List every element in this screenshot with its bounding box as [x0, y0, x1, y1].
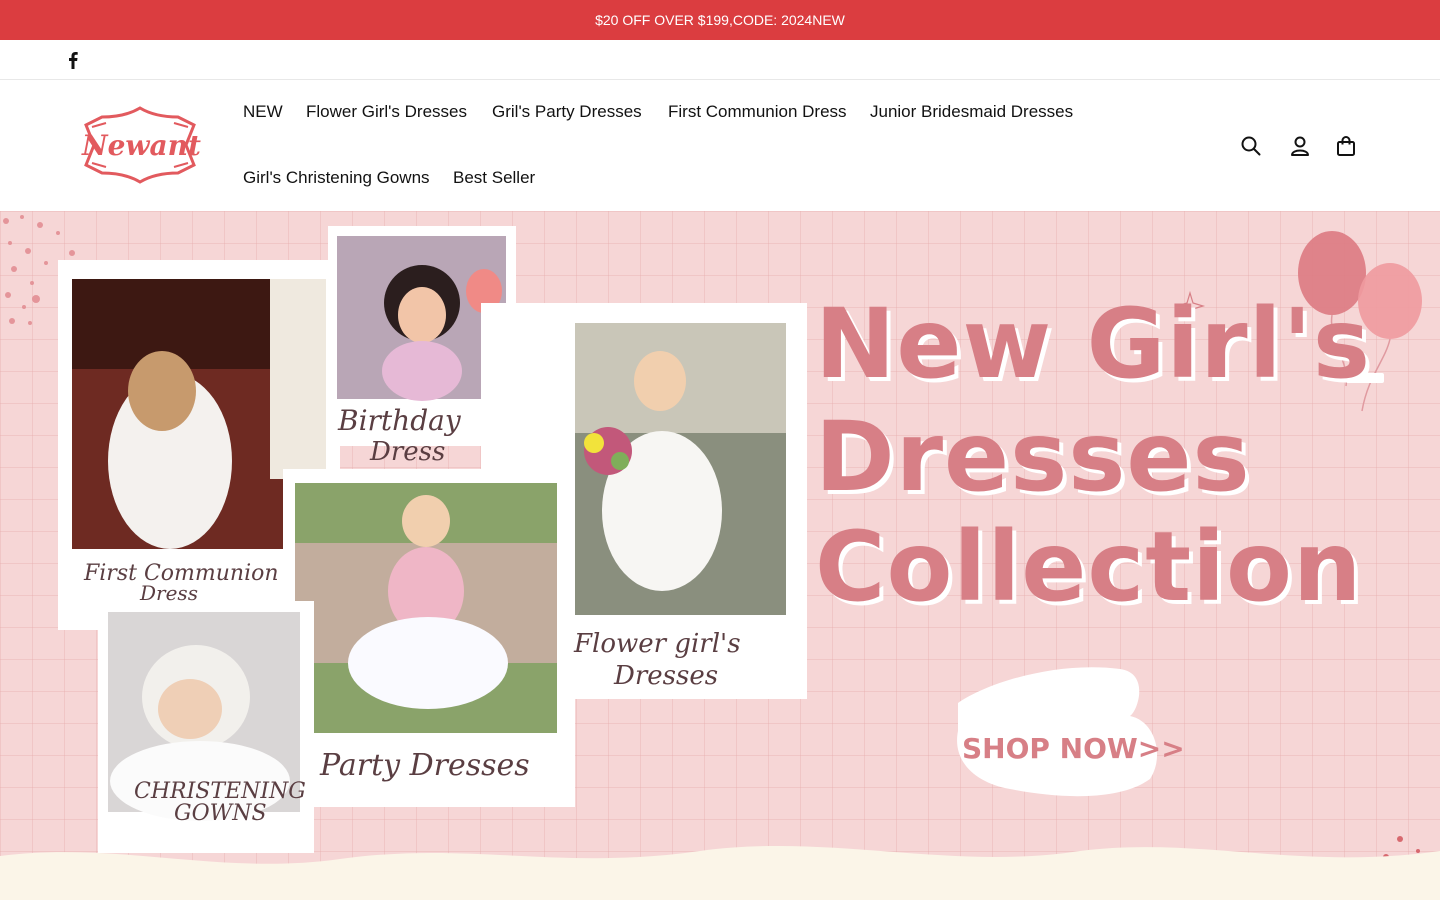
announcement-bar: $20 OFF OVER $199,CODE: 2024NEW	[0, 0, 1440, 40]
hero-headline-line3: Collection	[815, 511, 1363, 623]
caption-birthday-line2: Dress	[370, 437, 446, 467]
facebook-icon[interactable]	[64, 50, 82, 70]
caption-flower-line2: Dresses	[614, 661, 719, 691]
caption-christening-line2: GOWNS	[174, 801, 267, 826]
cart-icon[interactable]	[1335, 135, 1357, 157]
hero-banner[interactable]: Birthday Dress First Communion Dress Flo…	[0, 211, 1440, 900]
newant-logo[interactable]: Newant	[82, 105, 201, 185]
shop-now-button[interactable]: SHOP NOW>>	[962, 732, 1185, 765]
caption-birthday-line1: Birthday	[338, 404, 461, 437]
nav-girls-party-dresses[interactable]: Gril's Party Dresses	[492, 102, 642, 122]
caption-party: Party Dresses	[320, 748, 530, 783]
nav-girls-christening-gowns[interactable]: Girl's Christening Gowns	[243, 168, 430, 188]
caption-communion-line2: Dress	[140, 581, 198, 605]
social-bar	[0, 40, 1440, 80]
nav-best-seller[interactable]: Best Seller	[453, 168, 535, 188]
caption-christening-line1: CHRISTENING	[134, 779, 306, 804]
hero-headline-line2: Dresses	[815, 401, 1251, 513]
nav-new[interactable]: NEW	[243, 102, 283, 122]
site-header: Newant NEW Flower Girl's Dresses Gril's …	[0, 80, 1440, 211]
announcement-text: $20 OFF OVER $199,CODE: 2024NEW	[595, 12, 845, 28]
account-icon[interactable]	[1289, 135, 1311, 157]
nav-flower-girls-dresses[interactable]: Flower Girl's Dresses	[306, 102, 467, 122]
caption-flower-line1: Flower girl's	[574, 629, 741, 659]
hero-headline-line1: New Girl's	[815, 288, 1372, 400]
nav-first-communion-dress[interactable]: First Communion Dress	[668, 102, 847, 122]
logo-text: Newant	[82, 129, 201, 162]
search-icon[interactable]	[1240, 135, 1262, 157]
nav-junior-bridesmaid-dresses[interactable]: Junior Bridesmaid Dresses	[870, 102, 1073, 122]
